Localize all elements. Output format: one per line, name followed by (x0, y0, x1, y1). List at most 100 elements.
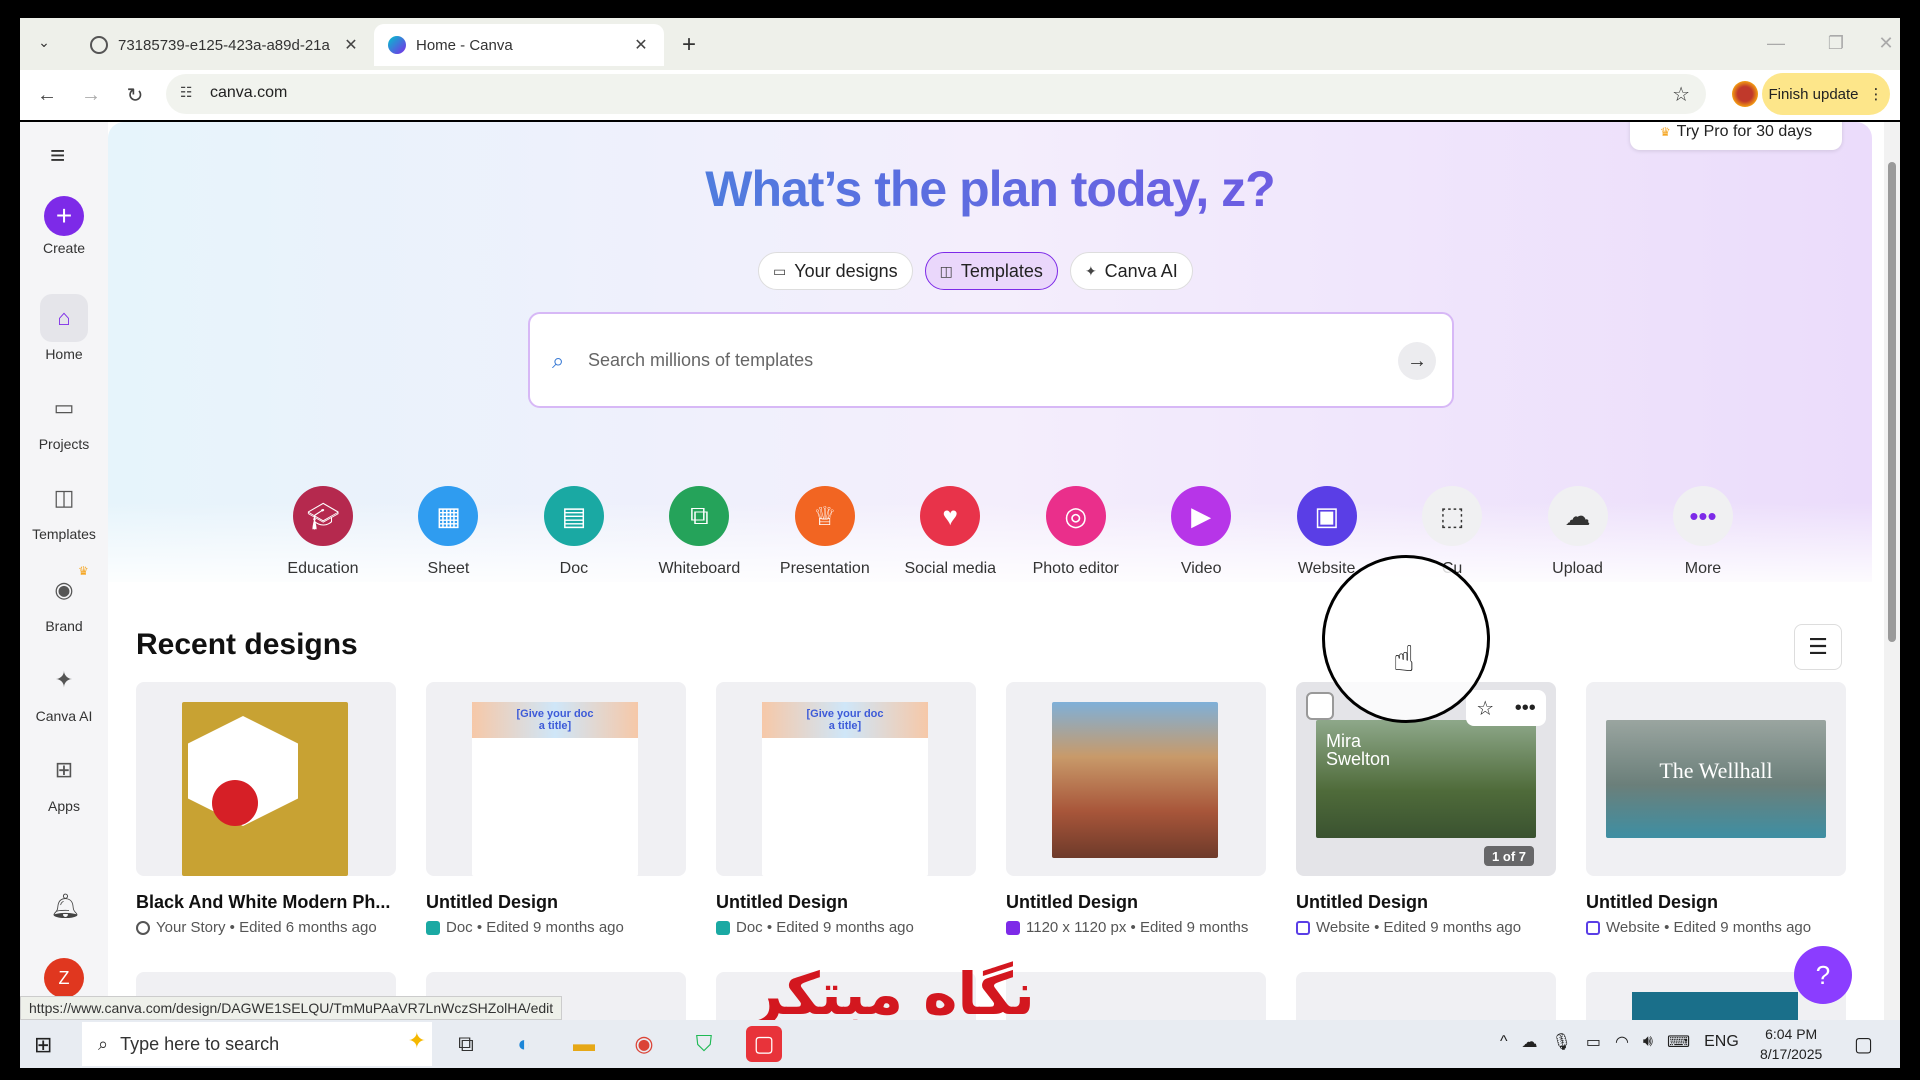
help-button[interactable]: ? (1794, 946, 1852, 1004)
close-tab-icon[interactable]: ✕ (342, 35, 360, 55)
design-thumbnail[interactable]: [Give your doc a title] (716, 682, 976, 876)
design-title[interactable]: Untitled Design (1296, 892, 1556, 913)
language-indicator[interactable]: ENG (1704, 1033, 1739, 1051)
extension-icon[interactable] (1732, 81, 1758, 107)
battery-icon[interactable]: ▭ (1586, 1032, 1601, 1052)
edge-icon[interactable]: ◐ (506, 1026, 542, 1062)
shield-icon[interactable]: ⛉ (686, 1026, 722, 1062)
sidebar-item-projects[interactable]: ▭ Projects (20, 384, 108, 452)
try-pro-button[interactable]: ♛ Try Pro for 30 days (1630, 122, 1842, 150)
windows-start-icon[interactable]: ⊞ (34, 1032, 52, 1058)
sidebar-item-templates[interactable]: ◫ Templates (20, 474, 108, 542)
design-title[interactable]: Black And White Modern Ph... (136, 892, 396, 913)
bookmark-star-icon[interactable]: ☆ (1672, 82, 1690, 107)
try-pro-label: Try Pro for 30 days (1676, 123, 1813, 140)
chevron-up-icon[interactable]: ^ (1500, 1033, 1508, 1051)
shortcut-more[interactable]: ••• More (1648, 486, 1758, 578)
design-title[interactable]: Untitled Design (716, 892, 976, 913)
shortcut-presentation[interactable]: ♕ Presentation (770, 486, 880, 578)
design-thumbnail[interactable] (1006, 682, 1266, 876)
folder-icon: ▭ (773, 262, 787, 279)
clock[interactable]: 6:04 PM 8/17/2025 (1760, 1024, 1822, 1064)
design-card[interactable]: [Give your doc a title] Untitled Design … (716, 682, 976, 936)
sidebar-item-create[interactable]: + Create (20, 196, 108, 256)
shortcut-sheet[interactable]: ▦ Sheet (393, 486, 503, 578)
site-info-icon[interactable]: ☷ (180, 84, 200, 104)
doc-icon: ▤ (543, 486, 604, 546)
address-bar[interactable]: ☷ canva.com ☆ (166, 74, 1706, 114)
more-options-icon[interactable]: ••• (1515, 697, 1536, 720)
star-icon[interactable]: ☆ (1476, 696, 1494, 721)
page-scrollbar[interactable] (1884, 122, 1900, 1020)
design-thumbnail[interactable] (136, 682, 396, 876)
design-type-shortcuts: 🎓︎ Education ▦ Sheet ▤ Doc ⧉ Whiteboard … (268, 486, 1758, 578)
cloud-upload-icon: ☁ (1547, 486, 1608, 546)
shortcut-whiteboard[interactable]: ⧉ Whiteboard (644, 486, 754, 578)
browser-tab-1[interactable]: 73185739-e125-423a-a89d-21a ✕ (76, 24, 374, 66)
forward-icon[interactable]: → (76, 80, 106, 110)
tab-label: Templates (960, 260, 1043, 281)
sidebar-item-home[interactable]: ⌂ Home (20, 294, 108, 362)
back-icon[interactable]: ← (32, 80, 62, 110)
url-text[interactable]: canva.com (210, 84, 287, 102)
design-card[interactable]: Black And White Modern Ph... Your Story … (136, 682, 396, 936)
volume-icon[interactable]: 🔊︎ (1643, 1033, 1653, 1051)
microphone-icon[interactable]: 🎙︎ (1552, 1032, 1572, 1052)
bell-icon[interactable]: 🔔︎ (50, 892, 80, 921)
minimize-icon[interactable]: — (1756, 28, 1796, 58)
tab-search-dropdown[interactable]: ⌄ (30, 28, 58, 56)
shortcut-video[interactable]: ▶ Video (1146, 486, 1256, 578)
finish-update-button[interactable]: Finish update ⋮ (1762, 73, 1890, 115)
avatar[interactable]: Z (44, 958, 84, 998)
sidebar-item-apps[interactable]: ⊞ Apps (20, 746, 108, 814)
design-card[interactable]: Untitled Design 1120 x 1120 px • Edited … (1006, 682, 1266, 936)
reload-icon[interactable]: ↻ (120, 80, 150, 110)
task-view-icon[interactable]: ⧉ (448, 1026, 484, 1062)
tab-templates[interactable]: ◫ Templates (924, 252, 1058, 290)
shortcut-photo-editor[interactable]: ◎ Photo editor (1021, 486, 1131, 578)
design-card[interactable] (1296, 972, 1556, 1020)
arrow-right-icon[interactable]: → (1398, 342, 1436, 380)
design-title[interactable]: Untitled Design (1006, 892, 1266, 913)
shortcut-doc[interactable]: ▤ Doc (519, 486, 629, 578)
hamburger-menu-icon[interactable]: ≡ (50, 142, 76, 168)
browser-tab-2[interactable]: Home - Canva ✕ (374, 24, 664, 66)
notification-icon[interactable]: ▢ (1854, 1032, 1873, 1057)
design-thumbnail[interactable]: [Give your doc a title] (426, 682, 686, 876)
close-tab-icon[interactable]: ✕ (632, 35, 650, 55)
shortcut-label: Presentation (779, 560, 870, 577)
design-thumbnail[interactable]: The Wellhall (1586, 682, 1846, 876)
design-card[interactable] (1006, 972, 1266, 1020)
meta-text: Doc • Edited 9 months ago (736, 919, 914, 936)
taskbar-search-placeholder: Type here to search (120, 1033, 280, 1054)
tab-canva-ai[interactable]: ✦ Canva AI (1069, 252, 1193, 290)
keyboard-icon[interactable]: ⌨ (1667, 1032, 1690, 1052)
tab-your-designs[interactable]: ▭ Your designs (758, 252, 913, 290)
chrome-icon[interactable]: ◉ (626, 1026, 662, 1062)
design-title[interactable]: Untitled Design (426, 892, 686, 913)
shortcut-education[interactable]: 🎓︎ Education (268, 486, 378, 578)
list-view-icon[interactable]: ☰ (1794, 624, 1842, 670)
app-icon[interactable]: ▢ (746, 1026, 782, 1062)
search-input[interactable] (588, 342, 1348, 378)
sidebar-item-brand[interactable]: ◉ Brand (20, 566, 108, 634)
design-card[interactable]: The Wellhall Untitled Design Website • E… (1586, 682, 1846, 936)
maximize-icon[interactable]: ❐ (1816, 28, 1856, 58)
select-checkbox[interactable] (1306, 692, 1334, 720)
new-tab-button[interactable]: + (674, 30, 704, 60)
shortcut-upload[interactable]: ☁ Upload (1523, 486, 1633, 578)
scrollbar-thumb[interactable] (1888, 162, 1896, 642)
file-explorer-icon[interactable]: ▬ (566, 1026, 602, 1062)
story-icon (136, 920, 150, 935)
close-window-icon[interactable]: ✕ (1866, 28, 1906, 58)
taskbar-search[interactable]: ⌕ Type here to search ✦ (82, 1022, 432, 1066)
wifi-icon[interactable]: ◠ (1615, 1032, 1629, 1052)
design-card[interactable]: [Give your doc a title] Untitled Design … (426, 682, 686, 936)
graduation-cap-icon: 🎓︎ (293, 486, 353, 546)
shortcut-social-media[interactable]: ♥ Social media (895, 486, 1005, 578)
doc-icon (716, 920, 730, 935)
meta-text: Website • Edited 9 months ago (1606, 919, 1812, 936)
design-title[interactable]: Untitled Design (1586, 892, 1846, 913)
sidebar-item-canva-ai[interactable]: ✦ Canva AI (20, 656, 108, 724)
cloud-icon[interactable]: ☁ (1522, 1032, 1538, 1052)
